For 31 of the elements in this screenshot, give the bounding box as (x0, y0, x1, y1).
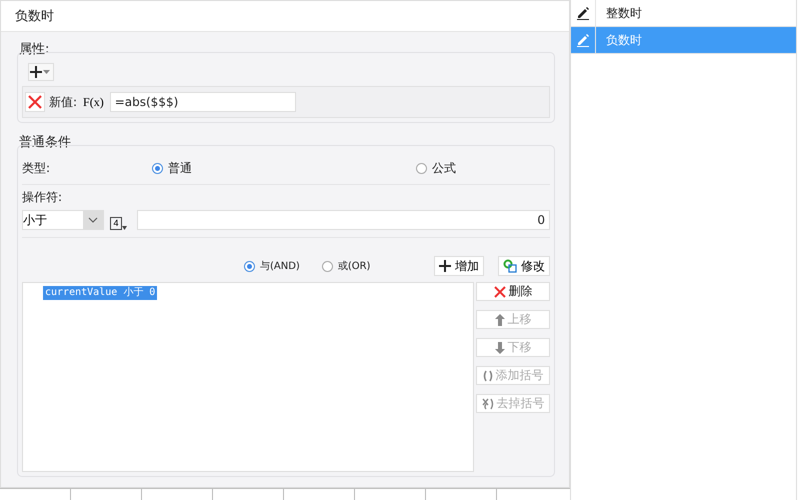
delete-button[interactable]: 删除 (476, 282, 550, 301)
plus-icon (439, 260, 451, 272)
value-field[interactable]: 0 (137, 210, 550, 230)
edit-button[interactable]: 修改 (498, 256, 550, 276)
close-icon (28, 95, 42, 109)
field-label: 新值: (49, 94, 78, 110)
remove-button[interactable] (25, 92, 45, 112)
caret-icon (43, 70, 50, 74)
pencil-icon (576, 6, 590, 20)
radio-button[interactable]: 或(OR) (322, 259, 370, 273)
dialog-title: 负数时 (15, 8, 54, 25)
down-arrow-icon (494, 342, 504, 354)
plus-icon (29, 65, 43, 79)
parentheses-icon (482, 370, 492, 382)
up-arrow-icon (494, 314, 504, 326)
pencil-icon (576, 33, 590, 47)
chevron-down-icon (88, 217, 98, 223)
add-button[interactable]: 增加 (434, 256, 484, 276)
formula-button[interactable]: F(x) (81, 91, 106, 113)
field-label: 操作符: (22, 189, 64, 206)
radio-button[interactable]: 普通 (152, 160, 192, 176)
value-type-button[interactable]: 4 (110, 210, 131, 230)
radio-button[interactable]: 公式 (416, 160, 456, 176)
add-button[interactable] (28, 63, 54, 81)
formula-field[interactable]: =abs($$$) (110, 92, 296, 112)
close-icon (494, 286, 506, 298)
remove-parentheses-icon (482, 398, 494, 410)
radio-button[interactable]: 与(AND) (244, 259, 300, 273)
operator-dropdown[interactable]: 小于 (22, 210, 104, 230)
caret-icon (122, 226, 127, 230)
field-label: 类型: (22, 160, 50, 176)
